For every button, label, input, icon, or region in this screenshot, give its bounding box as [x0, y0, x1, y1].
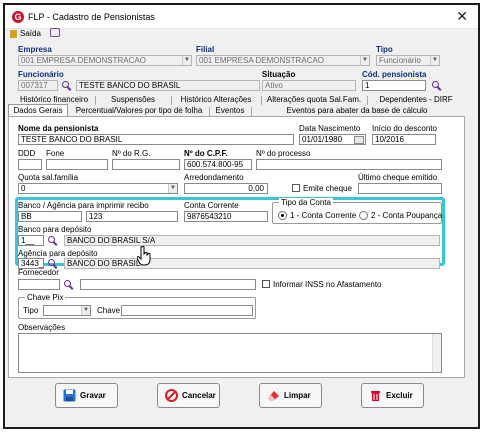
exit-button[interactable]: Saída: [10, 29, 41, 38]
window-title: FLP - Cadastro de Pensionistas: [28, 12, 155, 22]
cod-pensionista-field[interactable]: 1: [362, 80, 426, 91]
cod-pensionista-label: Cód. pensionista: [362, 70, 427, 79]
funcionario-code-field[interactable]: 007317: [18, 80, 58, 91]
data-nasc-field[interactable]: 01/01/1980: [299, 134, 366, 145]
lock-icon: [10, 29, 17, 38]
search-icon[interactable]: [432, 81, 442, 91]
ultimo-cheque-label: Último cheque emitido: [358, 173, 438, 182]
ddd-label: DDD: [18, 149, 36, 158]
hand-cursor-icon: [137, 246, 151, 266]
save-icon: [63, 389, 76, 402]
arred-label: Arredondamento: [184, 173, 244, 182]
cpf-field[interactable]: 600.574.800-95: [184, 159, 252, 170]
agencia-dep-name-field[interactable]: BANCO DO BRASIL: [64, 258, 440, 269]
quota-label: Quota sal.família: [18, 173, 79, 182]
ddd-field[interactable]: [18, 159, 42, 170]
emite-cheque-label: Emite cheque: [303, 184, 352, 193]
conta-field[interactable]: 9876543210: [184, 211, 268, 222]
banco-dep-name-field[interactable]: BANCO DO BRASIL S/A: [64, 235, 440, 246]
filial-select[interactable]: 001 EMPRESA DEMONSTRACAO ▼: [196, 55, 370, 66]
search-icon[interactable]: [48, 236, 58, 246]
fone-label: Fone: [46, 149, 65, 158]
banco-dep-label: Banco para depósito: [18, 225, 92, 234]
cancel-button[interactable]: Cancelar: [157, 383, 220, 408]
clear-button[interactable]: Limpar: [259, 383, 322, 408]
nome-field[interactable]: TESTE BANCO DO BRASIL: [18, 134, 294, 145]
banco-dep-code-field[interactable]: 1__: [18, 235, 44, 246]
app-logo-icon: G: [12, 11, 24, 23]
inss-checkbox[interactable]: [262, 280, 270, 288]
agencia-dep-label: Agência para depósito: [18, 249, 98, 258]
delete-button[interactable]: Excluir: [361, 383, 424, 408]
close-icon[interactable]: ✕: [456, 8, 468, 25]
chevron-down-icon: ▼: [81, 306, 90, 315]
obs-label: Observações: [18, 323, 66, 332]
chevron-down-icon: ▼: [182, 56, 191, 65]
obs-textarea[interactable]: [18, 333, 442, 373]
search-icon[interactable]: [62, 81, 72, 91]
banco-recibo-field[interactable]: BB: [18, 211, 82, 222]
conta-poupanca-radio[interactable]: [359, 211, 368, 220]
conta-corrente-label: 1 - Conta Corrente: [290, 211, 357, 220]
trash-icon: [371, 391, 380, 401]
tipo-label: Tipo: [376, 45, 393, 54]
fone-field[interactable]: [46, 159, 108, 170]
situacao-label: Situação: [262, 70, 296, 79]
banco-agencia-label: Banco / Agência para imprimir recibo: [18, 201, 149, 210]
rg-label: Nº do R.G.: [112, 149, 151, 158]
pix-tipo-label: Tipo: [23, 306, 39, 315]
nome-label: Nome da pensionista: [18, 124, 99, 133]
funcionario-name-field[interactable]: TESTE BANCO DO BRASIL: [76, 80, 260, 91]
funcionario-label: Funcionário: [18, 70, 64, 79]
inss-label: Informar INSS no Afastamento: [273, 280, 382, 289]
emite-cheque-checkbox[interactable]: [292, 184, 300, 192]
situacao-field[interactable]: Ativo: [262, 80, 356, 91]
chave-pix-group: Chave Pix Tipo ▼ Chave: [18, 293, 256, 319]
filial-label: Filial: [196, 45, 215, 54]
chat-icon[interactable]: [50, 28, 60, 37]
save-button[interactable]: Gravar: [55, 383, 118, 408]
empresa-label: Empresa: [18, 45, 52, 54]
rg-field[interactable]: [112, 159, 180, 170]
conta-label: Conta Corrente: [184, 201, 239, 210]
inicio-desc-field[interactable]: 10/2016: [372, 134, 436, 145]
fornecedor-code-field[interactable]: [18, 279, 60, 290]
pix-tipo-select[interactable]: ▼: [43, 305, 91, 316]
arred-field[interactable]: 0,00: [184, 183, 268, 194]
tipo-select[interactable]: Funcionário ▼: [376, 55, 440, 66]
search-icon[interactable]: [64, 280, 74, 290]
pix-chave-label: Chave: [97, 306, 121, 315]
ultimo-cheque-field[interactable]: [358, 183, 442, 194]
chave-pix-label: Chave Pix: [25, 293, 66, 302]
processo-label: Nº do processo: [256, 149, 311, 158]
fornecedor-label: Fornecedor: [18, 268, 59, 277]
scrollbar[interactable]: [432, 334, 441, 372]
title-bar: G FLP - Cadastro de Pensionistas ✕: [5, 5, 478, 29]
fornecedor-name-field[interactable]: [80, 279, 256, 290]
pix-chave-field[interactable]: [121, 305, 253, 316]
agencia-recibo-field[interactable]: 123: [86, 211, 178, 222]
tipo-conta-label: Tipo da Conta: [279, 198, 333, 207]
empresa-select[interactable]: 001 EMPRESA DEMONSTRACAO ▼: [18, 55, 192, 66]
conta-corrente-radio[interactable]: [278, 211, 287, 220]
inicio-desc-label: Início do desconto: [372, 124, 437, 133]
chevron-down-icon: ▼: [360, 56, 369, 65]
cpf-label: Nº do C.P.F.: [184, 149, 228, 158]
processo-field[interactable]: [256, 159, 442, 170]
chevron-down-icon: ▼: [168, 184, 177, 193]
eraser-icon: [268, 391, 279, 401]
data-nasc-label: Data Nascimento: [299, 124, 361, 133]
calendar-icon[interactable]: [354, 136, 364, 144]
chevron-down-icon: ▼: [430, 56, 439, 65]
conta-poupanca-label: 2 - Conta Poupança: [371, 211, 443, 220]
cancel-icon: [165, 389, 178, 402]
quota-field[interactable]: 0 ▼: [18, 183, 178, 194]
tipo-conta-group: Tipo da Conta 1 - Conta Corrente 2 - Con…: [272, 198, 443, 224]
